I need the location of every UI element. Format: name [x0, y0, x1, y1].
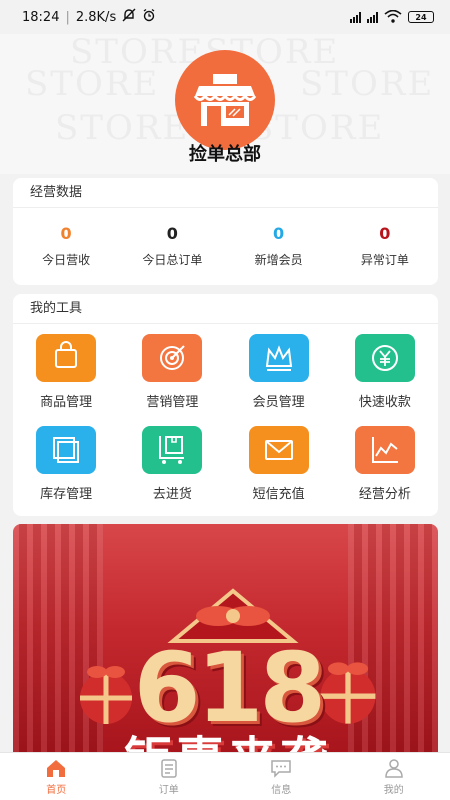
message-icon — [271, 759, 291, 778]
tool-item[interactable]: 经营分析 — [332, 426, 438, 518]
tool-label: 快速收款 — [358, 395, 411, 410]
stat-label: 今日营收 — [42, 253, 91, 267]
tab-label: 首页 — [46, 784, 67, 796]
tool-label: 库存管理 — [40, 487, 93, 502]
stat-value: 0 — [166, 224, 178, 243]
battery-icon: 24 — [408, 11, 434, 23]
stat-label: 新增会员 — [254, 253, 303, 267]
tool-item[interactable]: 商品管理 — [13, 334, 119, 426]
store-logo — [175, 50, 275, 150]
cart-box-icon — [142, 426, 203, 474]
tool-label: 营销管理 — [146, 395, 199, 410]
watermark-text: STORE — [300, 64, 435, 104]
stat-value: 0 — [273, 224, 285, 243]
promo-banner[interactable]: 618 钜惠来袭 — [13, 524, 438, 752]
bottom-tab-bar: 首页 订单 信息 我的 — [0, 752, 450, 800]
status-time: 18:24 — [22, 9, 60, 25]
alarm-icon — [142, 8, 156, 26]
network-speed: 2.8K/s — [75, 9, 117, 25]
stat-label: 异常订单 — [360, 253, 409, 267]
stat-item[interactable]: 0 今日总订单 — [119, 208, 225, 284]
signal-icon-2 — [367, 11, 378, 23]
envelope-icon — [248, 426, 309, 474]
store-name: 捡单总部 — [189, 144, 261, 165]
tool-item[interactable]: 短信充值 — [226, 426, 332, 518]
watermark-text: STORE — [25, 64, 160, 104]
wifi-icon — [384, 9, 402, 25]
business-data-title: 经营数据 — [13, 178, 438, 208]
tab-label: 订单 — [158, 784, 179, 796]
crown-icon — [248, 334, 309, 382]
storefront-icon — [193, 74, 257, 126]
tool-label: 经营分析 — [358, 487, 411, 502]
inventory-icon — [36, 426, 97, 474]
tab-label: 我的 — [383, 784, 404, 796]
target-icon — [142, 334, 203, 382]
order-icon — [161, 758, 177, 778]
tool-label: 会员管理 — [252, 395, 305, 410]
tab-profile[interactable]: 我的 — [338, 753, 450, 800]
shopping-bag-icon — [36, 334, 97, 382]
status-bar: 18:24 | 2.8K/s 24 — [0, 0, 450, 34]
tool-item[interactable]: 营销管理 — [119, 334, 225, 426]
business-data-card: 经营数据 0 今日营收 0 今日总订单 0 新增会员 0 异常订单 — [13, 178, 438, 285]
store-header: STORE STORE STORE STORE STORE STORE 捡单总部 — [0, 34, 450, 174]
tool-label: 短信充值 — [252, 487, 305, 502]
tools-card: 我的工具 商品管理 营销管理 会员管理 快速收款库存管理 去进货 短信充值 经营分析 — [13, 294, 438, 516]
stat-value: 0 — [379, 224, 391, 243]
tool-item[interactable]: 会员管理 — [226, 334, 332, 426]
tools-title: 我的工具 — [13, 294, 438, 324]
stat-label: 今日总订单 — [142, 253, 203, 267]
stat-value: 0 — [60, 224, 72, 243]
signal-icon — [350, 11, 361, 23]
stat-item[interactable]: 0 异常订单 — [332, 208, 438, 284]
stat-item[interactable]: 0 今日营收 — [13, 208, 119, 284]
mute-icon — [122, 8, 136, 26]
tool-item[interactable]: 库存管理 — [13, 426, 119, 518]
tab-label: 信息 — [271, 784, 292, 796]
banner-subtitle: 钜惠来袭 — [63, 720, 393, 752]
tab-messages[interactable]: 信息 — [225, 753, 338, 800]
tool-item[interactable]: 去进货 — [119, 426, 225, 518]
yuan-coin-icon — [354, 334, 415, 382]
tool-label: 商品管理 — [40, 395, 93, 410]
tab-home[interactable]: 首页 — [0, 753, 113, 800]
line-chart-icon — [354, 426, 415, 474]
home-icon — [47, 759, 66, 777]
user-icon — [384, 758, 403, 778]
tool-label: 去进货 — [152, 487, 192, 502]
tool-item[interactable]: 快速收款 — [332, 334, 438, 426]
stat-item[interactable]: 0 新增会员 — [226, 208, 332, 284]
tab-orders[interactable]: 订单 — [113, 753, 226, 800]
